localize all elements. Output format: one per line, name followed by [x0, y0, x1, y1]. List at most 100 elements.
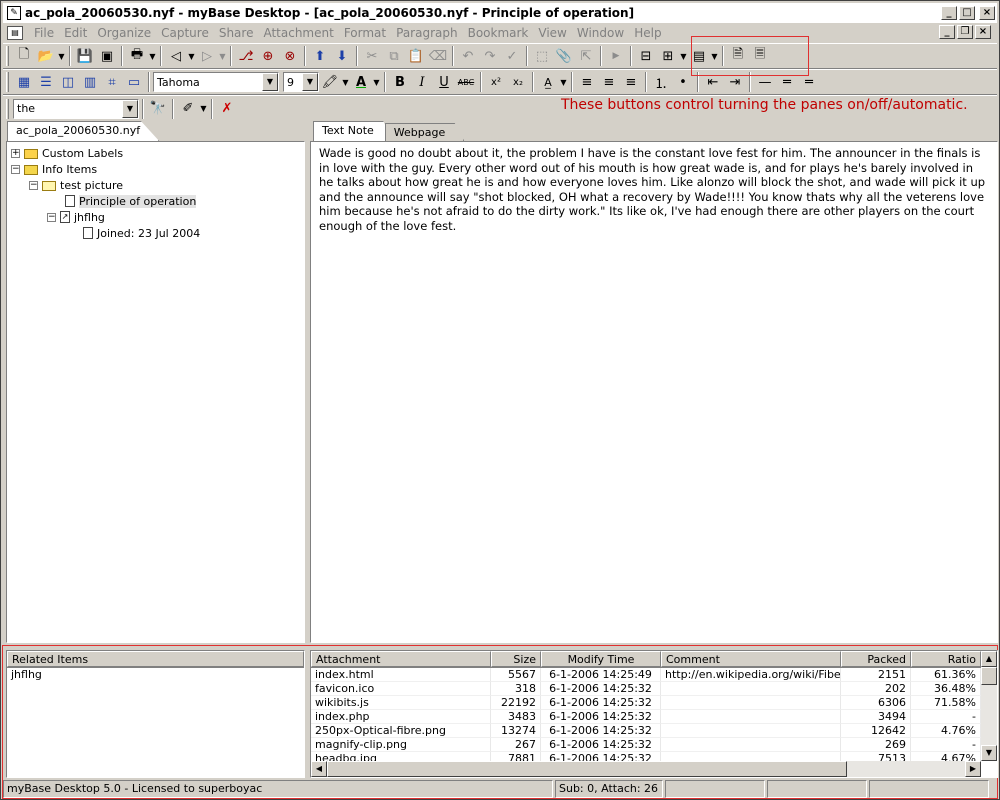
- menu-format[interactable]: Format: [339, 26, 391, 40]
- toolbar-grip[interactable]: [6, 98, 9, 119]
- toolbar-grip[interactable]: [6, 46, 9, 66]
- note-text[interactable]: Wade is good no doubt about it, the prob…: [311, 142, 997, 237]
- text-style-icon[interactable]: A̲: [537, 71, 559, 93]
- tree-item[interactable]: Joined: 23 Jul 2004: [83, 225, 200, 241]
- chevron-down-icon[interactable]: ▼: [148, 52, 157, 61]
- table-row[interactable]: wikibits.js 22192 6-1-2006 14:25:32 6306 71.…: [311, 696, 997, 710]
- italic-icon[interactable]: I: [411, 71, 433, 93]
- column-header-packed[interactable]: Packed: [841, 651, 911, 667]
- collapse-icon[interactable]: −: [47, 212, 56, 222]
- menu-file[interactable]: File: [29, 26, 59, 40]
- column-header-size[interactable]: Size: [491, 651, 541, 667]
- erase-icon[interactable]: ⌫: [427, 45, 449, 67]
- tree-item[interactable]: − Info Items: [11, 161, 97, 177]
- chevron-down-icon[interactable]: ▼: [122, 99, 138, 118]
- menu-share[interactable]: Share: [214, 26, 259, 40]
- tab-webpage[interactable]: Webpage: [384, 123, 465, 141]
- column-header-related[interactable]: Related Items: [7, 651, 304, 667]
- strikethrough-icon[interactable]: ABC: [455, 71, 477, 93]
- font-select[interactable]: Tahoma ▼: [153, 72, 279, 92]
- chevron-down-icon[interactable]: ▼: [559, 78, 568, 87]
- table-row[interactable]: index.html 5567 6-1-2006 14:25:49 http://en…: [311, 668, 997, 682]
- copy-icon[interactable]: ⧉: [383, 45, 405, 67]
- highlight-color-icon[interactable]: 🖍: [319, 71, 341, 93]
- layout-3-icon[interactable]: ◫: [57, 71, 79, 93]
- superscript-icon[interactable]: x²: [485, 71, 507, 93]
- table-row[interactable]: favicon.ico 318 6-1-2006 14:25:32 202 36.48%: [311, 682, 997, 696]
- align-right-icon[interactable]: ≡: [620, 71, 642, 93]
- save-all-icon[interactable]: ▣: [96, 45, 118, 67]
- tree-item[interactable]: + Custom Labels: [11, 145, 123, 161]
- subscript-icon[interactable]: x₂: [507, 71, 529, 93]
- text-note-editor[interactable]: Wade is good no doubt about it, the prob…: [310, 141, 998, 643]
- document-icon[interactable]: ▤: [7, 25, 23, 40]
- outline-icon[interactable]: ▭: [123, 71, 145, 93]
- horizontal-scrollbar[interactable]: ◀ ▶: [311, 761, 981, 777]
- spellcheck-icon[interactable]: ✓: [501, 45, 523, 67]
- list-item[interactable]: jhflhg: [7, 668, 304, 682]
- bold-icon[interactable]: B: [389, 71, 411, 93]
- layout-1-icon[interactable]: ▦: [13, 71, 35, 93]
- chevron-down-icon[interactable]: ▼: [341, 78, 350, 87]
- scroll-thumb[interactable]: [981, 667, 997, 685]
- scroll-down-icon[interactable]: ▼: [981, 745, 997, 761]
- menu-help[interactable]: Help: [629, 26, 666, 40]
- open-icon[interactable]: 📂: [35, 45, 57, 67]
- move-up-icon[interactable]: ⬆: [309, 45, 331, 67]
- collapse-icon[interactable]: −: [11, 164, 20, 174]
- mdi-minimize-button[interactable]: _: [939, 25, 955, 39]
- toggle-content-pane-icon[interactable]: ⊞: [657, 45, 679, 67]
- delete-item-icon[interactable]: ⊗: [279, 45, 301, 67]
- menu-organize[interactable]: Organize: [92, 26, 156, 40]
- maximize-button[interactable]: □: [959, 6, 975, 20]
- undo-icon[interactable]: ↶: [457, 45, 479, 67]
- add-sibling-icon[interactable]: ⊕: [257, 45, 279, 67]
- layout-4-icon[interactable]: ▥: [79, 71, 101, 93]
- close-button[interactable]: ×: [979, 6, 995, 20]
- menu-window[interactable]: Window: [572, 26, 629, 40]
- scroll-right-icon[interactable]: ▶: [965, 761, 981, 777]
- underline-icon[interactable]: U: [433, 71, 455, 93]
- chevron-down-icon[interactable]: ▼: [372, 78, 381, 87]
- tab-text-note[interactable]: Text Note: [313, 121, 393, 141]
- font-size-select[interactable]: 9 ▼: [283, 72, 319, 92]
- mdi-close-button[interactable]: ×: [975, 25, 991, 39]
- menu-bookmark[interactable]: Bookmark: [463, 26, 534, 40]
- insert-icon[interactable]: ⇱: [575, 45, 597, 67]
- print-icon[interactable]: 🖶: [126, 45, 148, 67]
- table-row[interactable]: 250px-Optical-fibre.png 13274 6-1-2006 14:…: [311, 724, 997, 738]
- menu-paragraph[interactable]: Paragraph: [391, 26, 462, 40]
- scroll-left-icon[interactable]: ◀: [311, 761, 327, 777]
- font-color-icon[interactable]: A: [350, 71, 372, 93]
- scroll-thumb[interactable]: [327, 761, 847, 777]
- minimize-button[interactable]: _: [941, 6, 957, 20]
- toolbar-grip[interactable]: [6, 72, 9, 92]
- numbered-list-icon[interactable]: ⒈: [650, 71, 672, 93]
- chevron-down-icon[interactable]: ▼: [187, 52, 196, 61]
- tab-database[interactable]: ac_pola_20060530.nyf: [7, 121, 160, 141]
- more-icon[interactable]: ▶: [605, 45, 627, 67]
- column-header-ratio[interactable]: Ratio: [911, 651, 981, 667]
- chevron-down-icon[interactable]: ▼: [302, 73, 318, 91]
- align-left-icon[interactable]: ≡: [576, 71, 598, 93]
- vertical-scrollbar[interactable]: ▲ ▼: [981, 651, 997, 761]
- layout-2-icon[interactable]: ☰: [35, 71, 57, 93]
- cut-icon[interactable]: ✂: [361, 45, 383, 67]
- mdi-restore-button[interactable]: ❐: [957, 25, 973, 39]
- forward-icon[interactable]: ▷: [196, 45, 218, 67]
- find-icon[interactable]: 🔭: [147, 98, 169, 120]
- align-center-icon[interactable]: ≡: [598, 71, 620, 93]
- column-header-modify-time[interactable]: Modify Time: [541, 651, 661, 667]
- table-row[interactable]: magnify-clip.png 267 6-1-2006 14:25:32 269-: [311, 738, 997, 752]
- chevron-down-icon[interactable]: ▼: [199, 104, 208, 113]
- clear-highlight-icon[interactable]: ✗: [216, 98, 238, 120]
- move-down-icon[interactable]: ⬇: [331, 45, 353, 67]
- paste-icon[interactable]: 📋: [405, 45, 427, 67]
- redo-icon[interactable]: ↷: [479, 45, 501, 67]
- link-icon[interactable]: ⬚: [531, 45, 553, 67]
- menu-edit[interactable]: Edit: [59, 26, 92, 40]
- tree-item[interactable]: − ↗ jhflhg: [47, 209, 105, 225]
- save-icon[interactable]: 💾: [74, 45, 96, 67]
- tree-item[interactable]: − test picture: [29, 177, 123, 193]
- toggle-tree-pane-icon[interactable]: ⊟: [635, 45, 657, 67]
